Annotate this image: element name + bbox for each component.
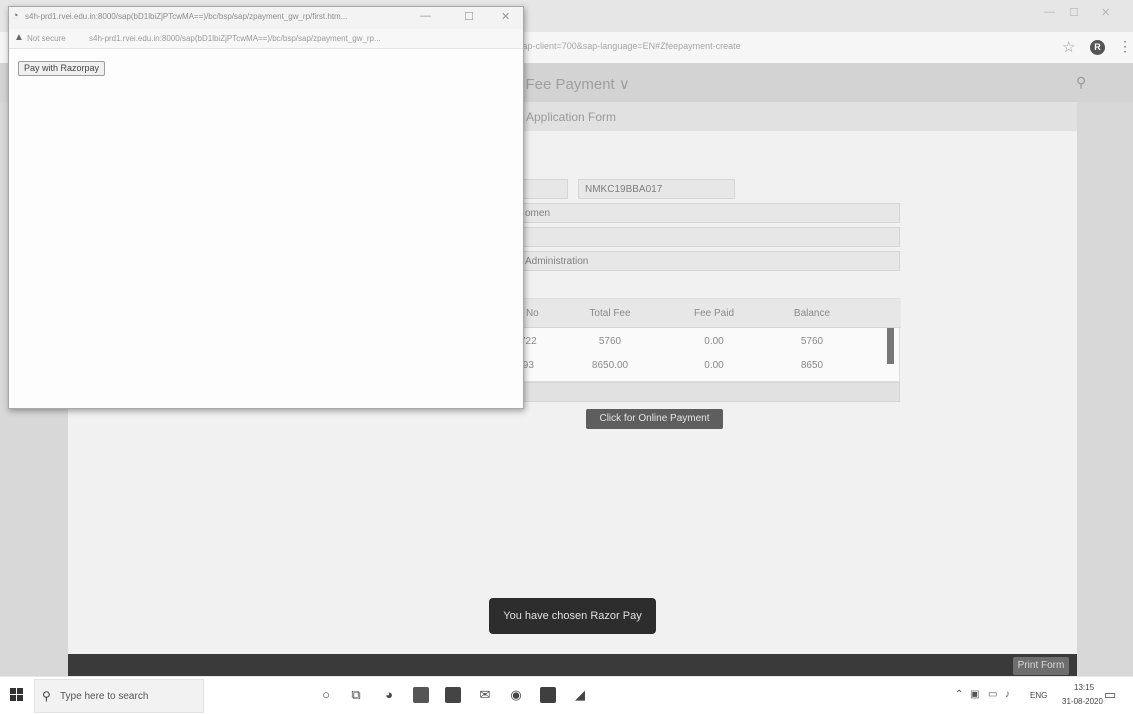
app-title[interactable]: l Fee Payment ∨ bbox=[518, 75, 630, 93]
razorpay-popup-window: ◔ s4h-prd1.rvei.edu.in:8000/sap(bD1lbiZj… bbox=[8, 6, 524, 409]
word-icon[interactable] bbox=[540, 687, 556, 703]
close-icon[interactable]: ✕ bbox=[1101, 6, 1110, 19]
battery-icon[interactable]: ▭ bbox=[988, 689, 997, 700]
app-icon[interactable]: ◢ bbox=[572, 687, 588, 703]
search-icon[interactable]: ⚲ bbox=[1076, 74, 1086, 91]
search-placeholder: Type here to search bbox=[60, 691, 149, 702]
section-title: Application Form bbox=[526, 110, 617, 124]
table-cell: 8650 bbox=[800, 360, 824, 371]
task-view-icon[interactable]: ⧉ bbox=[348, 687, 364, 703]
cortana-icon[interactable]: ○ bbox=[318, 687, 334, 703]
maximize-icon[interactable]: ☐ bbox=[464, 10, 474, 23]
table-cell: 5760 bbox=[598, 336, 622, 347]
close-icon[interactable]: ✕ bbox=[501, 10, 510, 23]
browser-menu-icon[interactable]: ⋮ bbox=[1118, 38, 1132, 55]
registration-number-field: NMKC19BBA017 bbox=[578, 179, 735, 199]
fee-table: ent No Total Fee Fee Paid Balance 025722… bbox=[488, 298, 901, 382]
college-field: omen bbox=[488, 203, 900, 223]
not-secure-label[interactable]: Not secure bbox=[27, 34, 66, 43]
search-icon: ⚲ bbox=[42, 689, 51, 703]
address-url[interactable]: sap-client=700&sap-language=EN#Zfeepayme… bbox=[518, 41, 741, 51]
popup-url: s4h-prd1.rvei.edu.in:8000/sap(bD1lbiZjPT… bbox=[89, 34, 381, 43]
footer-toolbar: Print Form bbox=[68, 654, 1077, 676]
table-cell: 0.00 bbox=[704, 336, 724, 347]
chrome-icon[interactable]: ◉ bbox=[508, 687, 524, 703]
online-payment-button[interactable]: Click for Online Payment bbox=[586, 409, 723, 429]
popup-title: s4h-prd1.rvei.edu.in:8000/sap(bD1lbiZjPT… bbox=[25, 12, 348, 21]
print-form-button[interactable]: Print Form bbox=[1013, 657, 1069, 675]
network-icon[interactable]: ▣ bbox=[970, 689, 979, 700]
volume-icon[interactable]: ♪ bbox=[1005, 689, 1010, 700]
column-header-balance: Balance bbox=[793, 308, 831, 319]
browser-favicon-icon: ◔ bbox=[12, 10, 19, 22]
table-cell: 5760 bbox=[800, 336, 824, 347]
notifications-icon[interactable]: ▭ bbox=[1104, 687, 1116, 703]
table-cell: 0.00 bbox=[704, 360, 724, 371]
clock-time[interactable]: 13:15 bbox=[1074, 683, 1094, 692]
windows-taskbar: ⚲ Type here to search ○ ⧉ ◕ ✉ ◉ ◢ ⌃ ▣ ▭ … bbox=[0, 676, 1133, 714]
file-explorer-icon[interactable] bbox=[413, 687, 429, 703]
popup-address-bar: ▲ Not secure s4h-prd1.rvei.edu.in:8000/s… bbox=[9, 29, 523, 49]
profile-avatar[interactable]: R bbox=[1090, 40, 1105, 55]
column-header-fee-paid: Fee Paid bbox=[693, 308, 735, 319]
toast-message: You have chosen Razor Pay bbox=[489, 598, 656, 634]
windows-start-icon[interactable] bbox=[10, 688, 24, 702]
clock-date[interactable]: 31-08-2020 bbox=[1062, 697, 1103, 706]
maximize-icon[interactable]: ☐ bbox=[1069, 6, 1079, 19]
warning-icon[interactable]: ▲ bbox=[14, 32, 24, 43]
course-field: Administration bbox=[488, 251, 900, 271]
table-footer bbox=[488, 382, 900, 402]
table-scrollbar[interactable] bbox=[887, 328, 894, 364]
table-cell: 8650.00 bbox=[591, 360, 629, 371]
taskbar-search-box[interactable]: ⚲ Type here to search bbox=[34, 679, 204, 713]
language-indicator[interactable]: ENG bbox=[1030, 691, 1047, 700]
mail-icon[interactable]: ✉ bbox=[477, 687, 493, 703]
column-header-total-fee: Total Fee bbox=[589, 308, 631, 319]
edge-browser-icon[interactable]: ◕ bbox=[381, 687, 397, 703]
empty-field bbox=[488, 227, 900, 247]
popup-titlebar: ◔ s4h-prd1.rvei.edu.in:8000/sap(bD1lbiZj… bbox=[9, 7, 523, 29]
minimize-icon[interactable]: — bbox=[420, 10, 431, 22]
minimize-icon[interactable]: — bbox=[1044, 6, 1055, 18]
fee-table-header: ent No Total Fee Fee Paid Balance bbox=[489, 299, 901, 328]
bookmark-star-icon[interactable]: ☆ bbox=[1062, 38, 1075, 56]
store-icon[interactable] bbox=[445, 687, 461, 703]
show-hidden-icons-icon[interactable]: ⌃ bbox=[955, 689, 963, 700]
pay-with-razorpay-button[interactable]: Pay with Razorpay bbox=[18, 61, 106, 76]
